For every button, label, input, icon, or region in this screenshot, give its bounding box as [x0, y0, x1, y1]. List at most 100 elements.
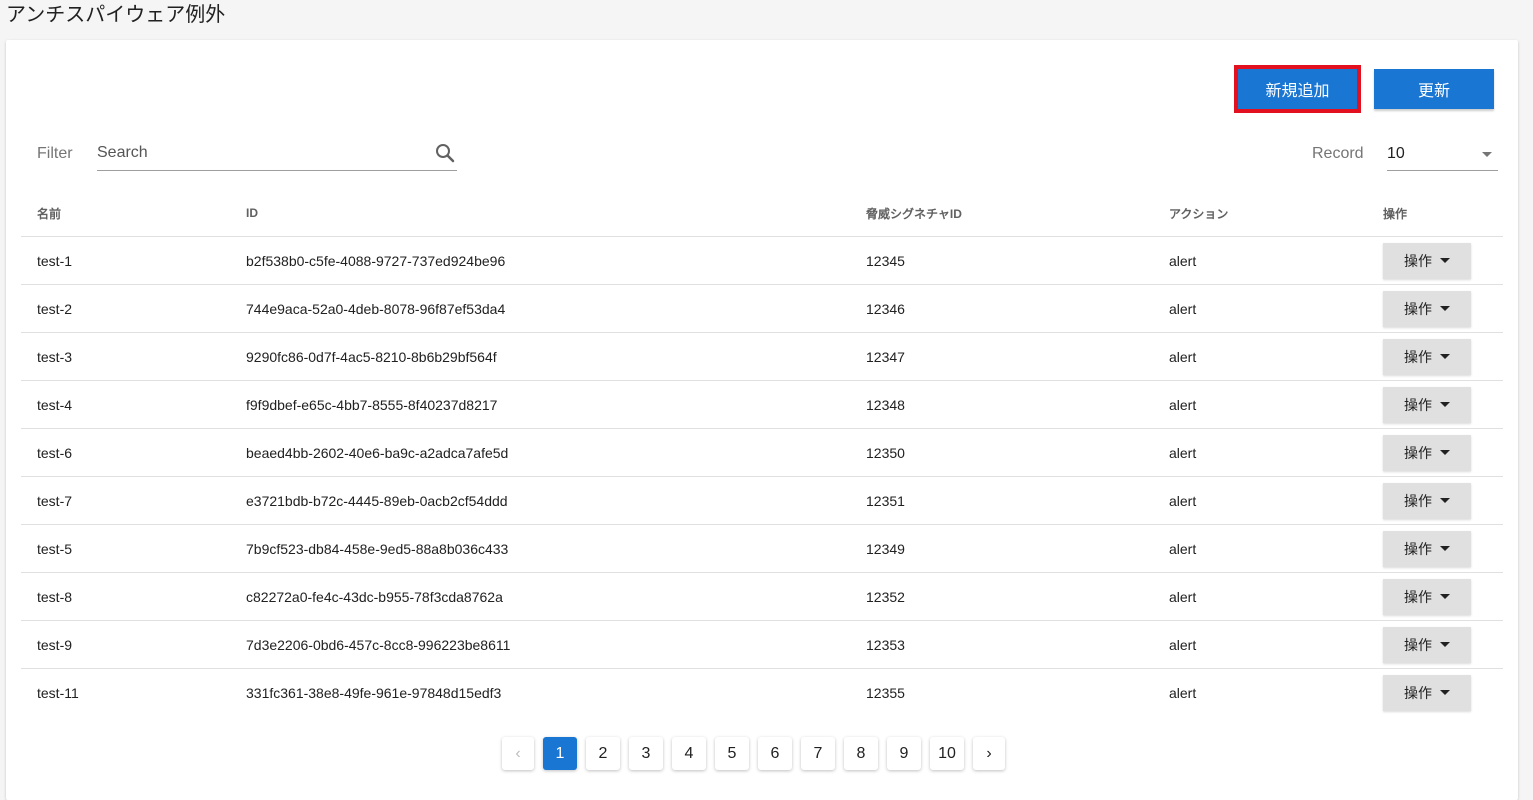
- caret-down-icon: [1440, 258, 1450, 263]
- operation-menu-button[interactable]: 操作: [1383, 338, 1471, 375]
- cell-action: alert: [1153, 524, 1383, 573]
- table-row: test-2 744e9aca-52a0-4deb-8078-96f87ef53d…: [21, 284, 1503, 333]
- cell-id: b2f538b0-c5fe-4088-9727-737ed924be96: [230, 236, 850, 285]
- cell-action: alert: [1153, 476, 1383, 525]
- cell-action: alert: [1153, 572, 1383, 621]
- column-header-signature-id: 脅威シグネチャID: [850, 190, 1153, 237]
- cell-signature-id: 12350: [850, 428, 1153, 477]
- cell-id: f9f9dbef-e65c-4bb7-8555-8f40237d8217: [230, 380, 850, 429]
- page-button-9[interactable]: 9: [887, 737, 921, 770]
- cell-id: 744e9aca-52a0-4deb-8078-96f87ef53da4: [230, 284, 850, 333]
- operation-menu-button[interactable]: 操作: [1383, 290, 1471, 327]
- operation-menu-label: 操作: [1404, 588, 1432, 605]
- page-button-10[interactable]: 10: [930, 737, 964, 770]
- column-header-operation: 操作: [1383, 190, 1503, 237]
- caret-down-icon: [1440, 450, 1450, 455]
- record-select[interactable]: 10: [1387, 138, 1498, 171]
- cell-action: alert: [1153, 284, 1383, 333]
- caret-down-icon: [1440, 354, 1450, 359]
- pagination: ‹ 1 2 3 4 5 6 7 8 9 10 ›: [502, 737, 1005, 770]
- cell-name: test-5: [21, 524, 230, 573]
- caret-down-icon: [1440, 402, 1450, 407]
- cell-name: test-3: [21, 332, 230, 381]
- page-button-8[interactable]: 8: [844, 737, 878, 770]
- record-label: Record: [1312, 145, 1364, 162]
- table-header-row: 名前 ID 脅威シグネチャID アクション 操作: [21, 190, 1503, 237]
- table-row: test-9 7d3e2206-0bd6-457c-8cc8-996223be86…: [21, 620, 1503, 669]
- cell-operation: 操作: [1383, 620, 1503, 669]
- cell-action: alert: [1153, 620, 1383, 669]
- operation-menu-button[interactable]: 操作: [1383, 674, 1471, 711]
- chevron-left-icon[interactable]: ‹: [502, 737, 534, 770]
- operation-menu-label: 操作: [1404, 444, 1432, 461]
- page-button-3[interactable]: 3: [629, 737, 663, 770]
- chevron-right-icon[interactable]: ›: [973, 737, 1005, 770]
- operation-menu-button[interactable]: 操作: [1383, 434, 1471, 471]
- cell-operation: 操作: [1383, 669, 1503, 717]
- cell-action: alert: [1153, 236, 1383, 285]
- operation-menu-label: 操作: [1404, 492, 1432, 509]
- caret-down-icon: [1440, 690, 1450, 695]
- cell-name: test-6: [21, 428, 230, 477]
- cell-operation: 操作: [1383, 524, 1503, 573]
- table-row: test-7 e3721bdb-b72c-4445-89eb-0acb2cf54d…: [21, 476, 1503, 525]
- table-row: test-8 c82272a0-fe4c-43dc-b955-78f3cda876…: [21, 572, 1503, 621]
- operation-menu-button[interactable]: 操作: [1383, 242, 1471, 279]
- cell-signature-id: 12348: [850, 380, 1153, 429]
- cell-name: test-8: [21, 572, 230, 621]
- cell-id: 7b9cf523-db84-458e-9ed5-88a8b036c433: [230, 524, 850, 573]
- filter-label: Filter: [37, 145, 73, 162]
- cell-name: test-4: [21, 380, 230, 429]
- column-header-id: ID: [230, 190, 850, 237]
- cell-operation: 操作: [1383, 236, 1503, 285]
- page-button-5[interactable]: 5: [715, 737, 749, 770]
- operation-menu-label: 操作: [1404, 540, 1432, 557]
- operation-menu-label: 操作: [1404, 684, 1432, 701]
- cell-name: test-2: [21, 284, 230, 333]
- caret-down-icon: [1482, 152, 1492, 157]
- cell-name: test-1: [21, 236, 230, 285]
- operation-menu-label: 操作: [1404, 396, 1432, 413]
- operation-menu-button[interactable]: 操作: [1383, 530, 1471, 567]
- add-new-button[interactable]: 新規追加: [1234, 65, 1361, 113]
- cell-action: alert: [1153, 428, 1383, 477]
- caret-down-icon: [1440, 306, 1450, 311]
- table-row: test-4 f9f9dbef-e65c-4bb7-8555-8f40237d82…: [21, 380, 1503, 429]
- record-value: 10: [1387, 145, 1405, 162]
- operation-menu-label: 操作: [1404, 348, 1432, 365]
- page-button-7[interactable]: 7: [801, 737, 835, 770]
- page-button-4[interactable]: 4: [672, 737, 706, 770]
- cell-id: 331fc361-38e8-49fe-961e-97848d15edf3: [246, 684, 502, 701]
- table-row: test-1 b2f538b0-c5fe-4088-9727-737ed924be…: [21, 236, 1503, 285]
- search-icon[interactable]: [433, 141, 457, 165]
- operation-menu-button[interactable]: 操作: [1383, 482, 1471, 519]
- table-row: test-5 7b9cf523-db84-458e-9ed5-88a8b036c4…: [21, 524, 1503, 573]
- cell-operation: 操作: [1383, 428, 1503, 477]
- table-body: test-1 b2f538b0-c5fe-4088-9727-737ed924be…: [21, 236, 1503, 717]
- caret-down-icon: [1440, 594, 1450, 599]
- operation-menu-button[interactable]: 操作: [1383, 386, 1471, 423]
- cell-id: 7d3e2206-0bd6-457c-8cc8-996223be8611: [230, 620, 850, 669]
- operation-menu-label: 操作: [1404, 252, 1432, 269]
- operation-menu-button[interactable]: 操作: [1383, 626, 1471, 663]
- page-button-2[interactable]: 2: [586, 737, 620, 770]
- search-field: [97, 138, 457, 171]
- cell-action: alert: [1153, 332, 1383, 381]
- cell-action: alert: [1169, 684, 1197, 701]
- operation-menu-button[interactable]: 操作: [1383, 578, 1471, 615]
- cell-operation: 操作: [1383, 380, 1503, 429]
- cell-signature-id: 12355: [866, 684, 905, 701]
- search-input[interactable]: [97, 138, 417, 168]
- cell-id: 9290fc86-0d7f-4ac5-8210-8b6b29bf564f: [230, 332, 850, 381]
- cell-operation: 操作: [1383, 572, 1503, 621]
- cell-name: test-9: [21, 620, 230, 669]
- page-button-6[interactable]: 6: [758, 737, 792, 770]
- caret-down-icon: [1440, 546, 1450, 551]
- exceptions-table: 名前 ID 脅威シグネチャID アクション 操作 test-1 b2f538b0-…: [21, 190, 1503, 716]
- cell-id: e3721bdb-b72c-4445-89eb-0acb2cf54ddd: [230, 476, 850, 525]
- cell-operation: 操作: [1383, 476, 1503, 525]
- cell-signature-id: 12347: [850, 332, 1153, 381]
- refresh-button[interactable]: 更新: [1374, 69, 1494, 109]
- page-button-1[interactable]: 1: [543, 737, 577, 770]
- table-row: test-3 9290fc86-0d7f-4ac5-8210-8b6b29bf56…: [21, 332, 1503, 381]
